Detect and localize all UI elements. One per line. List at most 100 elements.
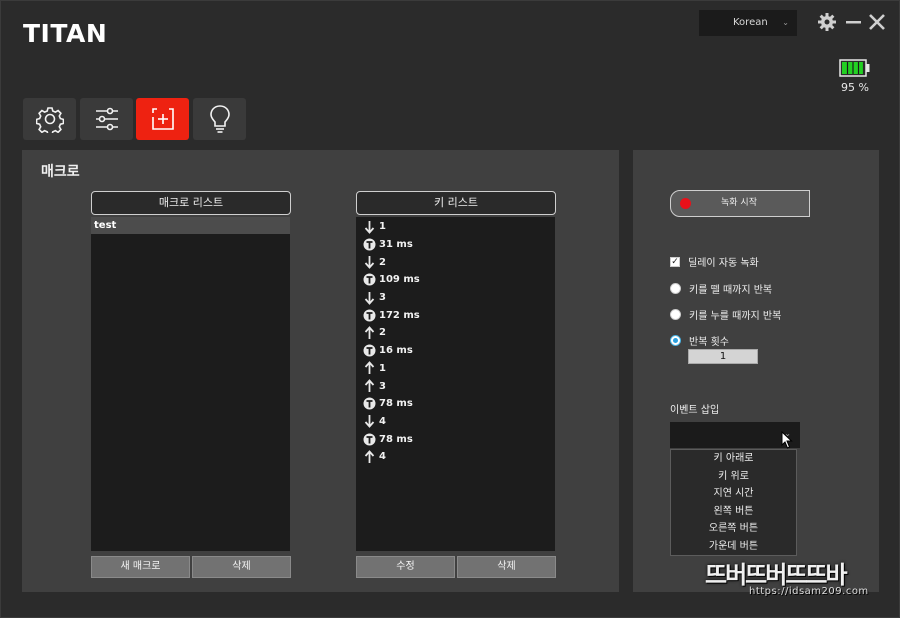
tab-lighting[interactable]	[193, 98, 246, 140]
key-list-row-text: 1	[379, 362, 386, 374]
start-record-button[interactable]: 녹화 시작	[670, 190, 810, 217]
start-record-label: 녹화 시작	[721, 198, 757, 208]
watermark-url: https://idsam209.com	[749, 586, 869, 597]
language-select[interactable]: Korean ⌄	[699, 10, 797, 36]
key-list-row-text: 2	[379, 327, 386, 339]
edit-key-button[interactable]: 수정	[356, 556, 455, 578]
arrow-up-icon	[363, 449, 376, 464]
key-list-row[interactable]: 3	[356, 289, 555, 307]
arrow-up-icon	[363, 379, 376, 393]
event-insert-dropdown: 키 아래로 키 위로 지연 시간 왼쪽 버튼 오른쪽 버튼 가운데 버튼	[670, 449, 797, 556]
event-option[interactable]: 키 위로	[671, 468, 796, 486]
event-option[interactable]: 오른쪽 버튼	[671, 520, 796, 538]
delete-key-button[interactable]: 삭제	[457, 556, 556, 578]
key-list-row[interactable]: 2	[356, 253, 555, 271]
language-value: Korean	[733, 17, 768, 28]
key-list-row-text: 31 ms	[379, 239, 413, 251]
key-list-row[interactable]: 16 ms	[356, 342, 555, 360]
key-list: 1 31 ms 2 109 ms 3 172 ms 2 16 ms 1 3 78 ms 4 78 ms 4	[356, 217, 555, 551]
delete-macro-button[interactable]: 삭제	[192, 556, 291, 578]
watermark-text: 뜨버뜨버뜨뜨바	[705, 561, 848, 589]
key-list-row[interactable]: 172 ms	[356, 306, 555, 324]
timer-icon	[363, 397, 376, 411]
key-list-row[interactable]: 2	[356, 324, 555, 342]
macro-list-item[interactable]: test	[91, 217, 290, 234]
arrow-down-icon	[363, 255, 376, 270]
timer-icon	[363, 238, 376, 252]
event-option[interactable]: 가운데 버튼	[671, 538, 796, 556]
event-option[interactable]: 왼쪽 버튼	[671, 503, 796, 521]
repeat-until-release-label: 키를 뗄 때까지 반복	[689, 285, 773, 296]
key-list-row-text: 16 ms	[379, 345, 413, 357]
key-list-row[interactable]: 1	[356, 218, 555, 236]
titan-logo: TITAN	[23, 19, 108, 48]
timer-icon	[363, 308, 376, 322]
key-list-row[interactable]: 31 ms	[356, 236, 555, 254]
tab-macro[interactable]	[136, 98, 189, 140]
key-list-row[interactable]: 3	[356, 377, 555, 395]
titan-macro-window: TITAN Korean ⌄ 95 % 매크로 매크로 리스트 test 새 매…	[0, 0, 900, 618]
key-list-header: 키 리스트	[356, 191, 556, 215]
settings-gear-icon[interactable]	[817, 11, 837, 33]
new-macro-button[interactable]: 새 매크로	[91, 556, 190, 578]
battery-icon	[839, 59, 870, 77]
key-list-row-text: 78 ms	[379, 433, 413, 445]
arrow-down-icon	[363, 414, 376, 429]
panel-title: 매크로	[41, 164, 80, 180]
macro-list-header: 매크로 리스트	[91, 191, 291, 215]
key-list-row-text: 109 ms	[379, 274, 420, 286]
macro-add-icon	[151, 108, 174, 130]
key-list-row-text: 2	[379, 256, 386, 268]
key-list-row-text: 78 ms	[379, 398, 413, 410]
repeat-count-label: 반복 횟수	[689, 337, 729, 348]
key-list-row-text: 4	[379, 451, 386, 463]
repeat-until-release-radio[interactable]	[670, 283, 681, 294]
arrow-down-icon	[363, 220, 376, 234]
key-list-row-text: 4	[379, 415, 386, 427]
minimize-icon[interactable]	[844, 11, 864, 33]
event-insert-label: 이벤트 삽입	[670, 405, 720, 416]
key-list-row[interactable]: 4	[356, 413, 555, 431]
key-list-row-text: 1	[379, 221, 386, 233]
arrow-down-icon	[363, 291, 376, 305]
tab-sliders[interactable]	[80, 98, 133, 140]
key-list-row-text: 3	[379, 292, 386, 304]
repeat-count-option[interactable]: 반복 횟수	[670, 333, 729, 348]
battery-percent-text: 95 %	[841, 81, 869, 94]
mouse-cursor-icon	[781, 431, 793, 449]
arrow-up-icon	[363, 326, 376, 340]
delay-record-option[interactable]: ✓ 딜레이 자동 녹화	[670, 254, 759, 269]
repeat-until-press-radio[interactable]	[670, 309, 681, 320]
arrow-up-icon	[363, 361, 376, 375]
watermark: 뜨버뜨버뜨뜨바 https://idsam209.com	[705, 555, 885, 605]
delay-record-label: 딜레이 자동 녹화	[688, 258, 759, 269]
tab-settings[interactable]	[23, 98, 76, 140]
record-dot-icon	[680, 198, 691, 209]
timer-icon	[363, 344, 376, 358]
macro-list: test	[91, 217, 290, 551]
event-option[interactable]: 지연 시간	[671, 485, 796, 503]
lightbulb-icon	[209, 105, 230, 133]
repeat-count-input[interactable]: 1	[688, 349, 758, 364]
record-panel: 녹화 시작 ✓ 딜레이 자동 녹화 키를 뗄 때까지 반복 키를 누를 때까지 …	[633, 150, 879, 592]
key-list-row[interactable]: 78 ms	[356, 395, 555, 413]
key-list-row[interactable]: 4	[356, 448, 555, 466]
key-list-row-text: 172 ms	[379, 309, 420, 321]
event-option[interactable]: 키 아래로	[671, 450, 796, 468]
key-list-row-text: 3	[379, 380, 386, 392]
sliders-icon	[95, 107, 118, 131]
repeat-count-radio[interactable]	[670, 335, 681, 346]
repeat-until-release-option[interactable]: 키를 뗄 때까지 반복	[670, 281, 772, 296]
key-list-row[interactable]: 109 ms	[356, 271, 555, 289]
key-list-row[interactable]: 1	[356, 360, 555, 378]
repeat-until-press-option[interactable]: 키를 누를 때까지 반복	[670, 307, 781, 322]
key-list-row[interactable]: 78 ms	[356, 430, 555, 448]
repeat-until-press-label: 키를 누를 때까지 반복	[689, 311, 782, 322]
timer-icon	[363, 432, 376, 446]
gear-icon	[35, 107, 64, 133]
close-icon[interactable]	[867, 11, 887, 33]
macro-panel: 매크로 매크로 리스트 test 새 매크로 삭제 키 리스트 1 31 ms 2 1…	[22, 150, 619, 592]
chevron-down-icon: ⌄	[782, 18, 789, 27]
delay-record-checkbox[interactable]: ✓	[670, 256, 680, 267]
timer-icon	[363, 273, 376, 287]
